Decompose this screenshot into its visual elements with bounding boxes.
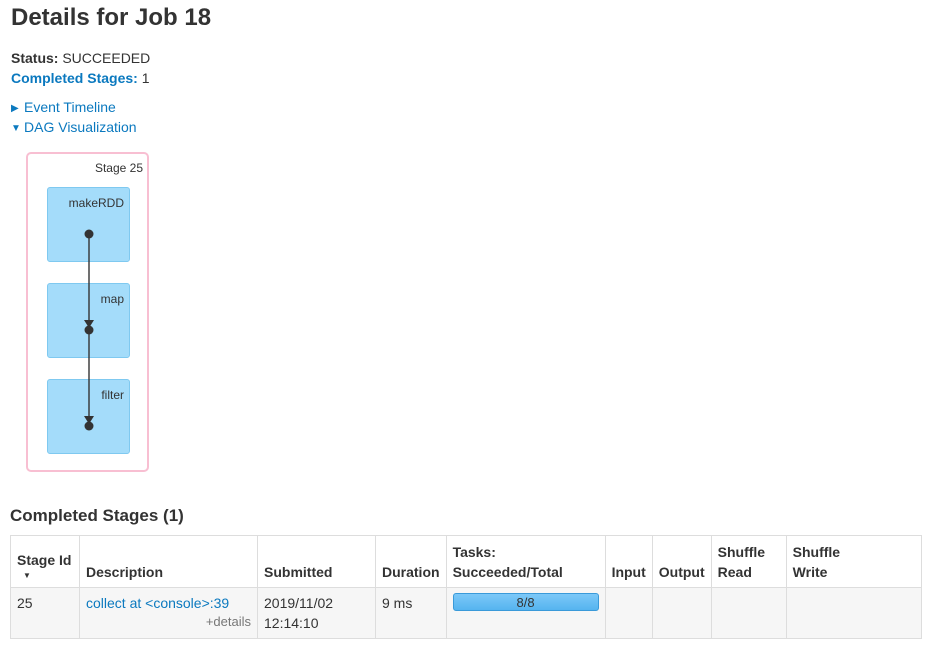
completed-stages-table: Stage Id ▼ Description Submitted Duratio… [10,535,922,639]
header-submitted[interactable]: Submitted [257,535,376,588]
header-label: Write [792,564,828,580]
table-header-row: Stage Id ▼ Description Submitted Duratio… [11,535,922,588]
cell-shuffle-write [785,587,922,639]
status-label: Status: [11,50,59,66]
cell-duration: 9 ms [375,587,447,639]
cell-stage-id: 25 [10,587,80,639]
dag-edges [84,229,94,431]
page-title: Details for Job 18 [11,4,212,31]
dag-node-dot[interactable] [84,421,94,431]
details-toggle[interactable]: +details [86,613,251,631]
header-duration[interactable]: Duration [375,535,447,588]
header-tasks[interactable]: Tasks: Succeeded/Total [445,535,606,588]
header-output[interactable]: Output [651,535,712,588]
header-label: Stage Id [17,552,72,568]
dag-visualization-label: DAG Visualization [24,119,137,135]
header-input[interactable]: Input [604,535,653,588]
header-description[interactable]: Description [79,535,258,588]
dag-stage-cluster[interactable]: Stage 25 makeRDD map filter [26,152,149,472]
event-timeline-toggle[interactable]: ▶ Event Timeline [11,98,116,118]
caret-down-icon: ▼ [11,123,21,134]
tasks-progress-label: 8/8 [516,595,535,610]
tasks-progress-bar: 8/8 [452,593,599,611]
caret-right-icon: ▶ [11,103,19,114]
event-timeline-label: Event Timeline [24,99,116,115]
stage-description-link[interactable]: collect at <console>:39 [86,595,229,611]
table-row: 25 collect at <console>:39 +details 2019… [10,587,922,639]
cell-input [604,587,653,639]
header-label: Succeeded/Total [452,564,563,580]
cell-submitted: 2019/11/02 12:14:10 [257,587,376,639]
cell-description: collect at <console>:39 +details [79,587,258,639]
header-label: Shuffle [792,544,841,560]
header-shuffle-write[interactable]: Shuffle Write [785,535,922,588]
dag-node-dot[interactable] [84,325,94,335]
job-status: Status: SUCCEEDED [11,49,150,67]
header-label: Tasks: [452,544,496,560]
header-stage-id[interactable]: Stage Id ▼ [11,536,80,588]
completed-stages-summary: Completed Stages: 1 [11,69,150,87]
completed-stages-count: 1 [141,70,150,86]
submitted-time: 12:14:10 [264,615,319,631]
dag-node-dot[interactable] [84,229,94,239]
header-shuffle-read[interactable]: Shuffle Read [710,535,787,588]
completed-stages-link[interactable]: Completed Stages: [11,70,138,86]
cell-tasks: 8/8 [445,587,606,639]
dag-visualization-toggle[interactable]: ▼ DAG Visualization [11,118,137,138]
header-label: Read [717,564,752,580]
cell-output [651,587,712,639]
submitted-date: 2019/11/02 [264,595,334,611]
cell-shuffle-read [710,587,787,639]
completed-stages-title: Completed Stages (1) [10,506,184,525]
header-label: Shuffle [717,544,766,560]
sort-desc-icon: ▼ [23,571,31,580]
status-value: SUCCEEDED [62,50,151,66]
